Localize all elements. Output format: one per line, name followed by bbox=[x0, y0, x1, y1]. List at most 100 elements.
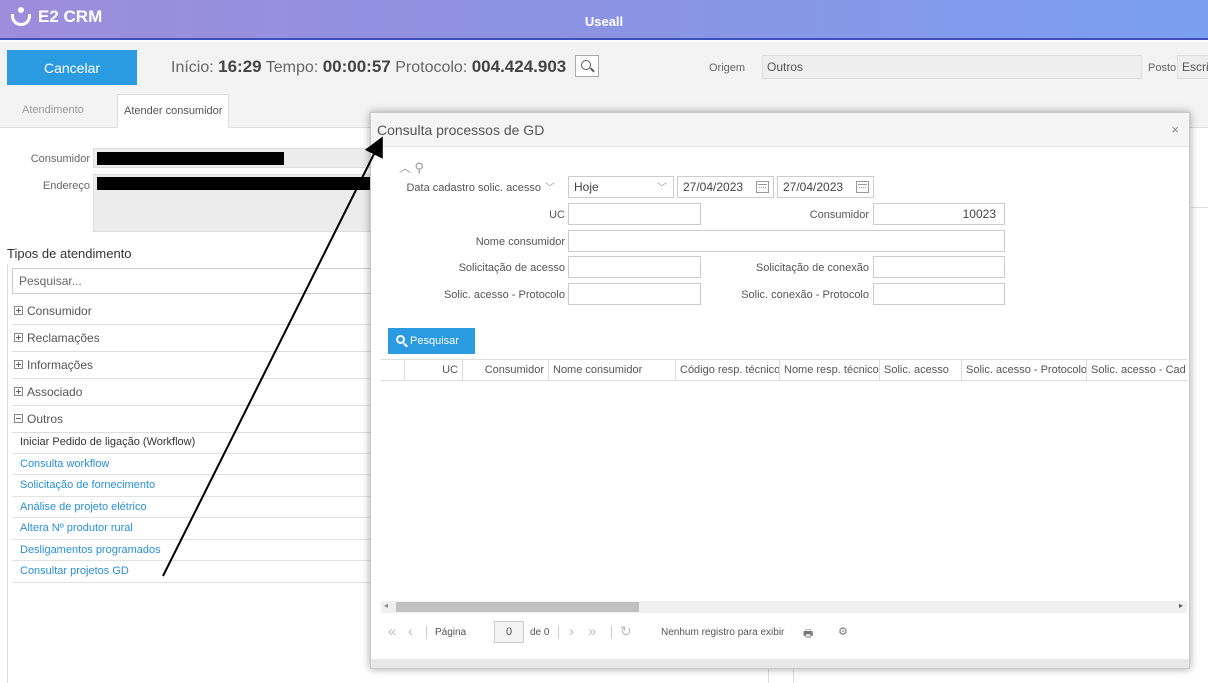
date-to-value: 27/04/2023 bbox=[783, 180, 844, 194]
dialog-title: Consulta processos de GD bbox=[377, 122, 545, 138]
item-consultar-projetos-gd[interactable]: Consultar projetos GD bbox=[12, 561, 374, 583]
column-solic-acesso[interactable]: Solic. acesso bbox=[880, 360, 962, 380]
collapse-icon bbox=[14, 414, 23, 423]
date-from-input[interactable]: 27/04/2023 bbox=[677, 176, 774, 198]
column-solic-acesso-cad[interactable]: Solic. acesso - Cad bbox=[1087, 360, 1187, 380]
group-reclamacoes[interactable]: Reclamações bbox=[12, 325, 374, 352]
uc-input[interactable] bbox=[568, 203, 701, 225]
column-uc[interactable]: UC bbox=[405, 360, 463, 380]
uc-label: UC bbox=[549, 209, 565, 221]
item-solicitacao-fornecimento[interactable]: Solicitação de fornecimento bbox=[12, 475, 374, 497]
calendar-icon[interactable] bbox=[856, 181, 869, 193]
chevron-up-icon[interactable]: ︿ bbox=[399, 161, 411, 175]
divider bbox=[1191, 207, 1208, 208]
period-select[interactable]: Hoje ﹀ bbox=[568, 176, 674, 198]
solic-conexao-protocolo-label: Solic. conexão - Protocolo bbox=[741, 289, 869, 301]
posto-label: Posto bbox=[1148, 62, 1177, 74]
date-to-input[interactable]: 27/04/2023 bbox=[777, 176, 874, 198]
expand-icon bbox=[14, 387, 23, 396]
filter-toggle[interactable]: ︿ ⚲ bbox=[399, 159, 424, 176]
divider bbox=[558, 626, 559, 639]
gd-process-dialog: Consulta processos de GD × ︿ ⚲ Data cada… bbox=[370, 112, 1190, 669]
data-cadastro-label: Data cadastro solic. acesso bbox=[406, 182, 541, 194]
page-input[interactable]: 0 bbox=[494, 621, 524, 643]
posto-field[interactable]: Escri bbox=[1177, 55, 1208, 79]
next-page-icon[interactable]: › bbox=[569, 623, 574, 640]
types-search-input[interactable]: Pesquisar... bbox=[12, 268, 374, 294]
search-icon[interactable]: ⚲ bbox=[414, 160, 424, 175]
item-iniciar-pedido[interactable]: Iniciar Pedido de ligação (Workflow) bbox=[12, 432, 374, 454]
group-label: Informações bbox=[27, 358, 94, 372]
protocolo-label: Protocolo: bbox=[395, 59, 468, 77]
scroll-thumb[interactable] bbox=[396, 602, 639, 612]
scroll-right-icon[interactable]: ▸ bbox=[1179, 601, 1183, 610]
endereco-label: Endereço bbox=[42, 180, 90, 192]
dialog-header: Consulta processos de GD × bbox=[371, 113, 1189, 147]
solic-acesso-input[interactable] bbox=[568, 256, 701, 278]
item-desligamentos[interactable]: Desligamentos programados bbox=[12, 540, 374, 561]
expand-icon bbox=[14, 306, 23, 315]
solic-acesso-protocolo-label: Solic. acesso - Protocolo bbox=[443, 289, 565, 301]
page-label: Página bbox=[435, 627, 467, 638]
group-label: Consumidor bbox=[27, 304, 92, 318]
last-page-icon[interactable]: » bbox=[588, 623, 596, 640]
calendar-icon[interactable] bbox=[756, 181, 769, 193]
column-codigo-resp-tecnico[interactable]: Código resp. técnico bbox=[676, 360, 780, 380]
period-value: Hoje bbox=[574, 180, 599, 194]
group-label: Reclamações bbox=[27, 331, 100, 345]
protocol-search-icon[interactable] bbox=[574, 55, 599, 77]
search-button-label: Pesquisar bbox=[410, 335, 459, 347]
solic-conexao-input[interactable] bbox=[873, 256, 1005, 278]
refresh-icon[interactable]: ↻ bbox=[620, 623, 632, 640]
prev-page-icon[interactable]: ‹ bbox=[408, 623, 413, 640]
chevron-down-icon[interactable]: ﹀ bbox=[545, 179, 555, 194]
dialog-footer bbox=[371, 659, 1189, 668]
tab-atender-consumidor[interactable]: Atender consumidor bbox=[117, 94, 230, 128]
select-column[interactable] bbox=[381, 360, 405, 380]
scroll-left-icon[interactable]: ◂ bbox=[384, 601, 388, 610]
top-bar: E2 CRM Useall bbox=[0, 0, 1208, 40]
nome-consumidor-input[interactable] bbox=[568, 230, 1005, 252]
close-icon[interactable]: × bbox=[1171, 122, 1179, 137]
column-nome-resp-tecnico[interactable]: Nome resp. técnico bbox=[780, 360, 880, 380]
solic-conexao-label: Solicitação de conexão bbox=[755, 262, 869, 274]
cancel-button[interactable]: Cancelar bbox=[7, 50, 137, 85]
solic-conexao-protocolo-input[interactable] bbox=[873, 283, 1005, 305]
consumidor-label: Consumidor bbox=[30, 153, 90, 165]
item-analise-projeto[interactable]: Análise de projeto elétrico bbox=[12, 497, 374, 518]
horizontal-scrollbar[interactable]: ◂ ▸ bbox=[381, 601, 1187, 613]
chevron-down-icon: ﹀ bbox=[657, 183, 667, 194]
group-label: Associado bbox=[27, 385, 83, 399]
column-nome-consumidor[interactable]: Nome consumidor bbox=[549, 360, 676, 380]
tempo-label: Tempo: bbox=[265, 59, 319, 77]
expand-icon bbox=[14, 333, 23, 342]
item-altera-produtor[interactable]: Altera Nº produtor rural bbox=[12, 518, 374, 540]
tempo-value: 00:00:57 bbox=[322, 57, 391, 77]
nome-consumidor-label: Nome consumidor bbox=[475, 236, 565, 248]
print-icon[interactable]: 🖶 bbox=[803, 625, 813, 644]
search-button[interactable]: Pesquisar bbox=[388, 328, 475, 354]
consumidor-input[interactable]: 10023 bbox=[873, 203, 1005, 225]
group-informacoes[interactable]: Informações bbox=[12, 352, 374, 379]
column-consumidor[interactable]: Consumidor bbox=[463, 360, 549, 380]
session-toolbar: Cancelar Início: 16:29 Tempo: 00:00:57 P… bbox=[0, 42, 1208, 94]
settings-icon[interactable]: ⚙ bbox=[838, 625, 848, 638]
group-associado[interactable]: Associado bbox=[12, 379, 374, 406]
item-consulta-workflow[interactable]: Consulta workflow bbox=[12, 454, 374, 475]
divider bbox=[426, 626, 427, 639]
solic-acesso-protocolo-input[interactable] bbox=[568, 283, 701, 305]
first-page-icon[interactable]: « bbox=[388, 623, 396, 640]
group-consumidor[interactable]: Consumidor bbox=[12, 298, 374, 325]
results-grid-header: UC Consumidor Nome consumidor Código res… bbox=[381, 359, 1187, 381]
expand-icon bbox=[14, 360, 23, 369]
origem-field[interactable]: Outros bbox=[762, 55, 1142, 79]
solic-acesso-label: Solicitação de acesso bbox=[458, 262, 565, 274]
inicio-value: 16:29 bbox=[218, 57, 262, 77]
group-label: Outros bbox=[27, 412, 64, 426]
protocolo-value: 004.424.903 bbox=[471, 57, 567, 77]
column-solic-acesso-protocolo[interactable]: Solic. acesso - Protocolo bbox=[962, 360, 1087, 380]
group-outros[interactable]: Outros bbox=[12, 406, 374, 433]
redacted-address bbox=[97, 177, 381, 190]
empty-message: Nenhum registro para exibir bbox=[661, 627, 785, 638]
tab-atendimento[interactable]: Atendimento bbox=[16, 94, 90, 128]
